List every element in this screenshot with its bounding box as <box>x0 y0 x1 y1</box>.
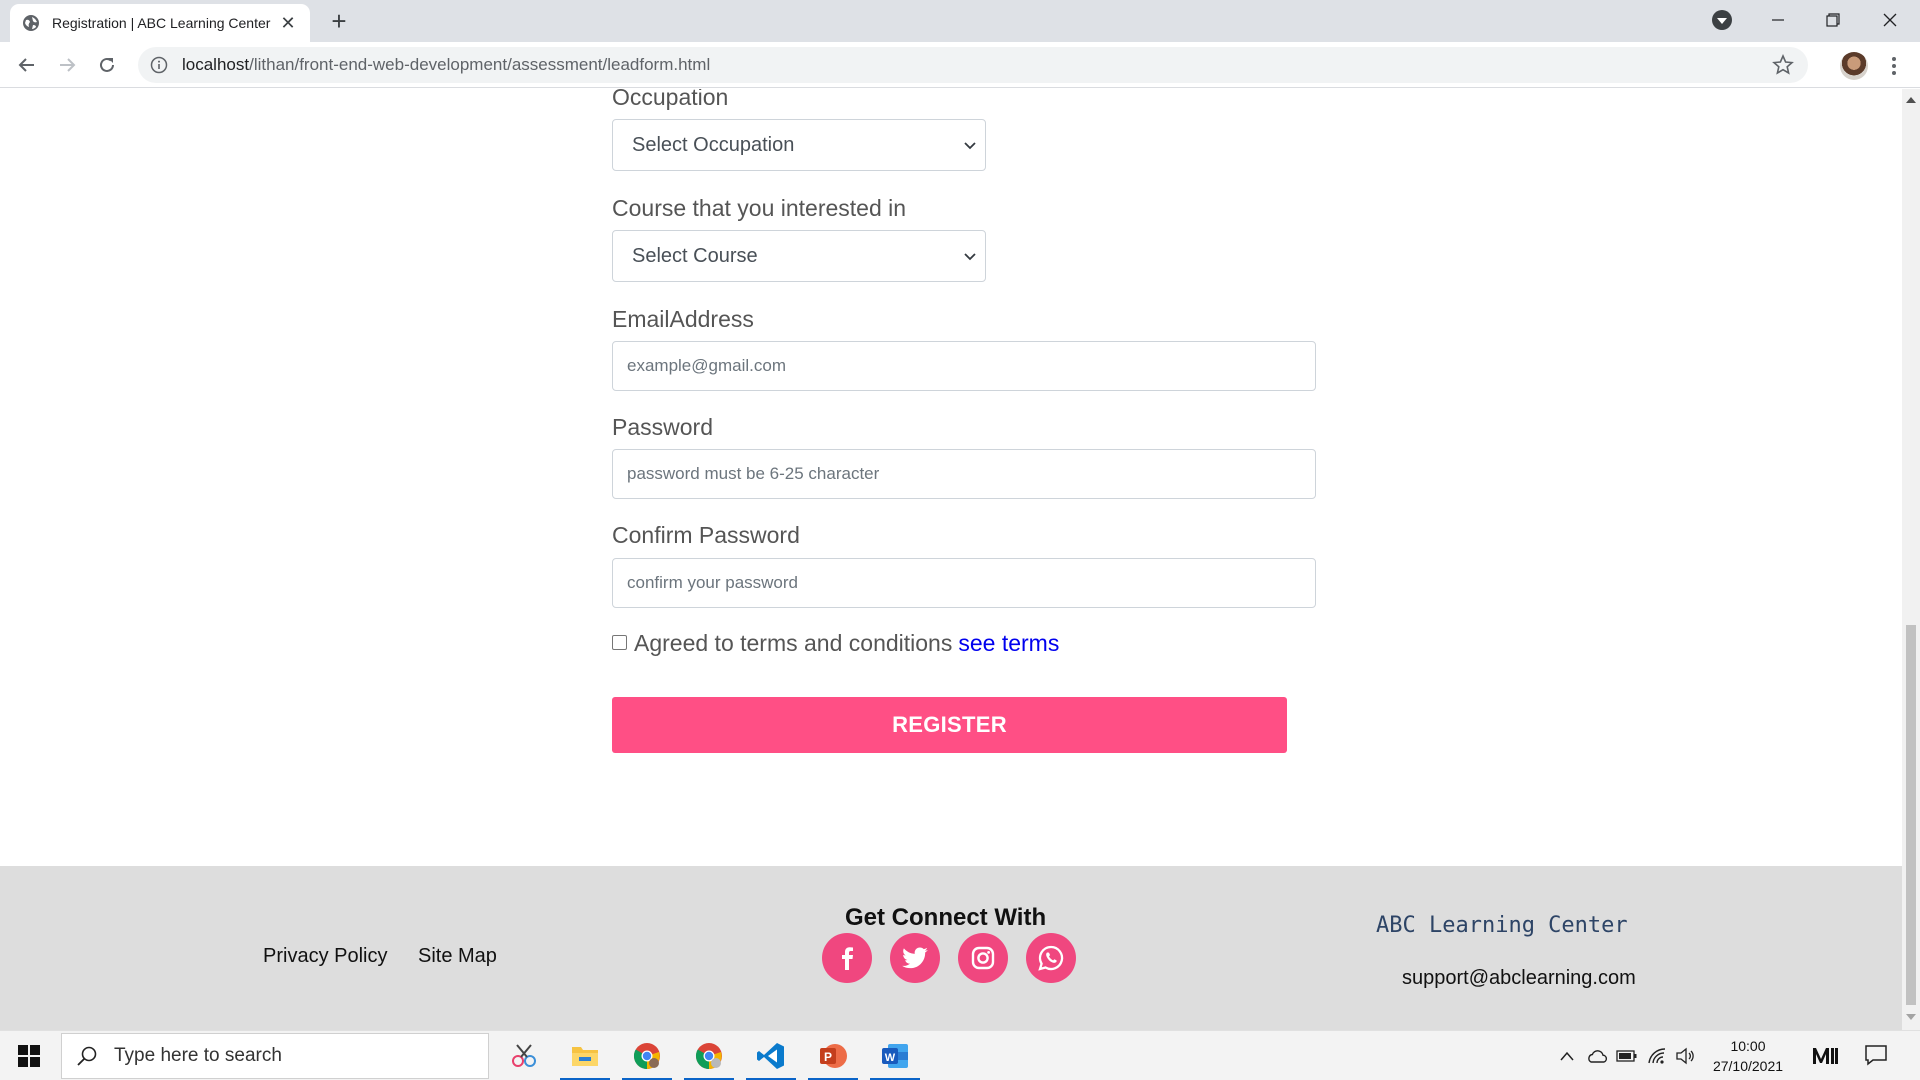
vscode-icon <box>757 1043 784 1069</box>
whatsapp-icon <box>1038 945 1064 971</box>
url-text: localhost/lithan/front-end-web-developme… <box>182 55 710 75</box>
url-host: localhost <box>182 55 250 74</box>
instagram-button[interactable] <box>958 933 1008 983</box>
tab-search-icon[interactable] <box>1712 10 1732 30</box>
taskbar-app-powerpoint[interactable]: P <box>805 1031 861 1080</box>
close-window-button[interactable] <box>1870 6 1910 34</box>
restore-button[interactable] <box>1813 6 1853 34</box>
scroll-up-arrow[interactable] <box>1906 97 1916 103</box>
tab-strip: Registration | ABC Learning Center ✕ + <box>0 0 1920 42</box>
confirm-password-field[interactable]: confirm your password <box>612 558 1316 608</box>
wifi-icon[interactable] <box>1644 1045 1670 1067</box>
taskbar-clock[interactable]: 10:00 27/10/2021 <box>1706 1036 1790 1076</box>
reload-button[interactable] <box>92 50 122 80</box>
chevron-down-icon <box>964 253 976 261</box>
clock-date: 27/10/2021 <box>1712 1058 1784 1074</box>
occupation-label: Occupation <box>612 89 729 110</box>
brand-name: ABC Learning Center <box>1376 913 1628 938</box>
forward-button[interactable] <box>52 50 82 80</box>
arrow-right-icon <box>60 58 76 72</box>
occupation-select[interactable]: Select Occupation <box>612 119 986 171</box>
url-path: /lithan/front-end-web-development/assess… <box>249 55 711 74</box>
course-label: Course that you interested in <box>612 195 907 221</box>
minimize-button[interactable] <box>1758 6 1798 34</box>
search-icon <box>77 1046 97 1066</box>
medium-icon[interactable] <box>1810 1045 1840 1067</box>
twitter-icon <box>902 947 928 969</box>
chevron-down-icon <box>964 142 976 150</box>
windows-logo-icon <box>18 1045 40 1067</box>
arrow-left-icon <box>18 58 34 72</box>
footer: Privacy Policy Site Map Get Connect With… <box>0 866 1902 1030</box>
terms-checkbox[interactable] <box>612 635 627 650</box>
terms-row: Agreed to terms and conditions see terms <box>612 630 1059 657</box>
taskbar-app-vscode[interactable] <box>743 1031 799 1080</box>
volume-icon[interactable] <box>1672 1045 1698 1067</box>
reload-icon <box>100 57 114 72</box>
globe-icon <box>23 15 39 31</box>
see-terms-link[interactable]: see terms <box>958 630 1059 657</box>
browser-tab[interactable]: Registration | ABC Learning Center ✕ <box>10 4 310 42</box>
confirm-password-placeholder: confirm your password <box>627 573 799 592</box>
bookmark-star-icon[interactable] <box>1772 54 1794 76</box>
taskbar-app-chrome[interactable] <box>619 1031 675 1080</box>
tray-expand-icon[interactable] <box>1556 1045 1578 1067</box>
privacy-policy-link[interactable]: Privacy Policy <box>263 945 387 968</box>
snipping-tool-icon <box>512 1044 536 1067</box>
register-button[interactable]: REGISTER <box>612 697 1287 753</box>
chrome-icon <box>695 1043 722 1070</box>
connect-title: Get Connect With <box>845 904 1047 931</box>
close-tab-icon[interactable]: ✕ <box>278 13 298 34</box>
taskbar-search-placeholder: Type here to search <box>114 1045 282 1066</box>
facebook-icon <box>842 947 853 970</box>
password-label: Password <box>612 414 713 440</box>
site-map-link[interactable]: Site Map <box>418 945 497 968</box>
password-field[interactable]: password must be 6-25 character <box>612 449 1316 499</box>
terms-text: Agreed to terms and conditions <box>634 630 953 656</box>
taskbar: Type here to search P W 10:00 27/10/2021 <box>0 1030 1920 1080</box>
course-select[interactable]: Select Course <box>612 230 986 282</box>
back-button[interactable] <box>12 50 42 80</box>
onedrive-icon[interactable] <box>1584 1045 1610 1067</box>
whatsapp-button[interactable] <box>1026 933 1076 983</box>
svg-text:W: W <box>885 1052 896 1064</box>
email-field[interactable]: example@gmail.com <box>612 341 1316 391</box>
new-tab-button[interactable]: + <box>326 8 352 34</box>
folder-icon <box>572 1047 598 1066</box>
svg-text:P: P <box>824 1050 832 1064</box>
chrome-icon <box>633 1043 660 1070</box>
scroll-thumb[interactable] <box>1906 625 1916 1005</box>
password-placeholder: password must be 6-25 character <box>627 464 880 483</box>
scroll-down-arrow[interactable] <box>1906 1014 1916 1020</box>
clock-time: 10:00 <box>1730 1038 1766 1054</box>
course-select-value: Select Course <box>632 244 758 267</box>
instagram-icon <box>971 946 995 970</box>
page-scrollbar[interactable] <box>1902 89 1920 1030</box>
tab-title: Registration | ABC Learning Center <box>52 15 271 31</box>
info-icon[interactable] <box>150 56 168 74</box>
taskbar-app-chrome-profile[interactable] <box>681 1031 737 1080</box>
taskbar-app-word[interactable]: W <box>867 1031 923 1080</box>
battery-icon[interactable] <box>1614 1045 1640 1067</box>
powerpoint-icon: P <box>820 1044 847 1068</box>
page-viewport: Occupation Select Occupation Course that… <box>0 89 1902 1030</box>
email-label: EmailAddress <box>612 306 754 332</box>
notification-icon[interactable] <box>1864 1044 1888 1066</box>
twitter-button[interactable] <box>890 933 940 983</box>
email-placeholder: example@gmail.com <box>627 356 786 375</box>
support-email[interactable]: support@abclearning.com <box>1402 967 1636 990</box>
taskbar-search[interactable]: Type here to search <box>61 1033 489 1079</box>
start-button[interactable] <box>0 1031 58 1080</box>
taskbar-app-snip[interactable] <box>496 1031 552 1080</box>
profile-avatar[interactable] <box>1840 52 1868 80</box>
confirm-password-label: Confirm Password <box>612 522 800 548</box>
browser-toolbar: localhost/lithan/front-end-web-developme… <box>0 42 1920 88</box>
facebook-button[interactable] <box>822 933 872 983</box>
address-bar[interactable]: localhost/lithan/front-end-web-developme… <box>138 47 1808 83</box>
more-menu-icon[interactable] <box>1884 54 1904 78</box>
word-icon: W <box>882 1044 908 1068</box>
taskbar-app-explorer[interactable] <box>557 1031 613 1080</box>
occupation-select-value: Select Occupation <box>632 133 795 156</box>
